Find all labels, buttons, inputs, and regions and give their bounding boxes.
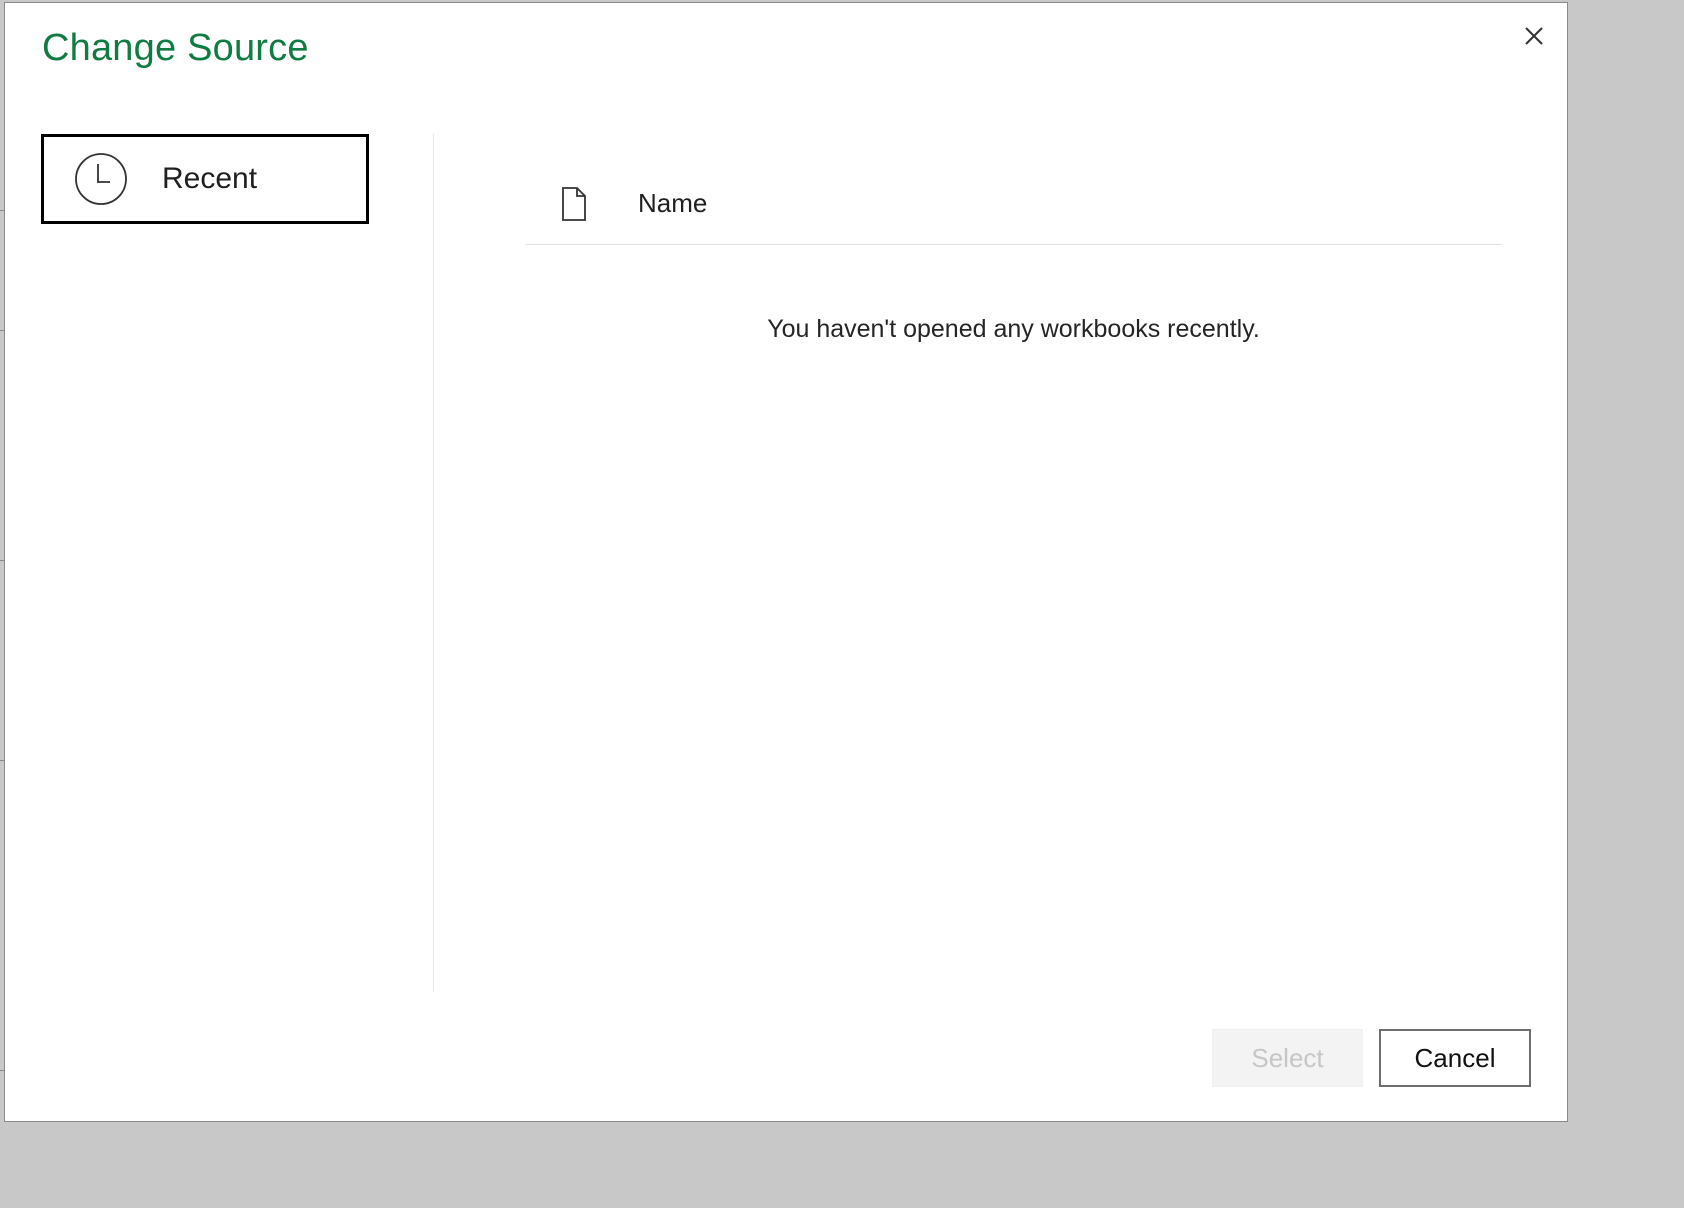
empty-state-message: You haven't opened any workbooks recentl… (767, 315, 1260, 343)
close-icon (1525, 27, 1543, 45)
nav-item-recent[interactable]: Recent (41, 134, 369, 224)
select-button[interactable]: Select (1212, 1029, 1363, 1087)
nav-item-label: Recent (162, 162, 258, 195)
clock-icon (74, 152, 128, 206)
change-source-dialog: Change Source Recent Name You haven't op… (4, 2, 1568, 1122)
name-column-header[interactable]: Name (638, 188, 707, 219)
file-icon (562, 187, 586, 221)
close-button[interactable] (1519, 21, 1549, 51)
dialog-title: Change Source (42, 27, 309, 69)
cancel-button[interactable]: Cancel (1379, 1029, 1531, 1087)
source-nav: Recent (41, 134, 369, 224)
file-list-header: Name (525, 169, 1502, 245)
pane-divider (433, 134, 434, 992)
